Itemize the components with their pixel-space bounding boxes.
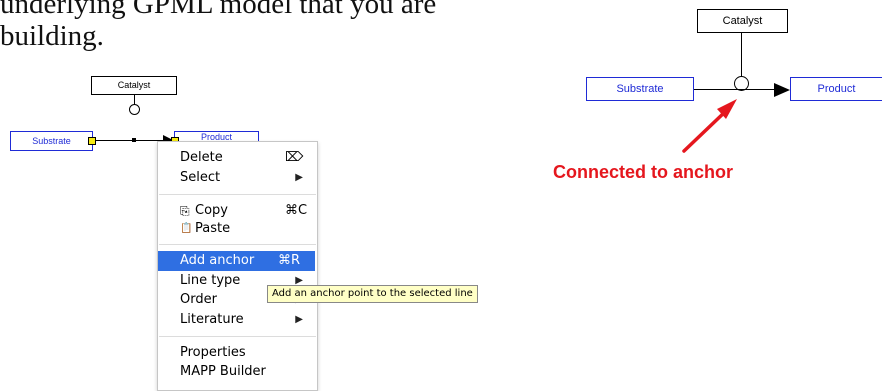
line-midpoint-marker — [132, 138, 136, 142]
menu-item-literature[interactable]: Literature ▶ — [158, 310, 315, 330]
menu-separator — [159, 244, 316, 245]
catalyst-node[interactable]: Catalyst — [91, 76, 177, 95]
catalysis-arrowhead-circle — [129, 104, 140, 115]
menu-item-label: Literature — [180, 312, 244, 327]
document-text-line: underlying GPML model that you are — [0, 0, 437, 20]
paste-icon: 📋 — [180, 223, 193, 234]
menu-shortcut: ⌘R — [278, 253, 301, 268]
context-menu: Delete ⌦ Select ▶ ⎘ Copy ⌘C 📋 Paste Add … — [157, 141, 318, 391]
menu-item-label: Line type — [180, 273, 241, 288]
delete-key-icon: ⌦ — [285, 150, 304, 165]
document-text-line: building. — [0, 20, 104, 52]
menu-separator — [159, 194, 316, 195]
product-node[interactable]: Product — [790, 77, 882, 101]
interaction-line[interactable] — [694, 89, 774, 90]
copy-icon: ⎘ — [180, 204, 190, 218]
menu-item-paste[interactable]: 📋 Paste — [158, 219, 315, 239]
menu-shortcut: ⌘C — [285, 203, 308, 218]
menu-item-label: Add anchor — [180, 253, 255, 268]
substrate-node[interactable]: Substrate — [10, 131, 93, 151]
menu-item-add-anchor[interactable]: Add anchor ⌘R — [158, 251, 315, 271]
menu-item-properties[interactable]: Properties — [158, 343, 315, 363]
interaction-line[interactable] — [93, 140, 163, 141]
menu-item-delete[interactable]: Delete ⌦ — [158, 148, 315, 168]
menu-item-label: Select — [180, 170, 221, 185]
catalyst-connector — [741, 33, 742, 77]
interaction-arrowhead — [774, 83, 790, 97]
tooltip: Add an anchor point to the selected line — [267, 285, 478, 303]
substrate-node[interactable]: Substrate — [586, 77, 694, 101]
annotation-arrow — [682, 99, 737, 153]
menu-item-label: Order — [180, 292, 217, 307]
catalyst-node[interactable]: Catalyst — [697, 9, 788, 33]
menu-separator — [159, 336, 316, 337]
submenu-arrow-icon: ▶ — [295, 172, 303, 183]
menu-item-label: Delete — [180, 150, 223, 165]
menu-item-copy[interactable]: ⎘ Copy ⌘C — [158, 201, 315, 221]
menu-item-label: Properties — [180, 345, 246, 360]
annotation-label: Connected to anchor — [553, 162, 734, 182]
submenu-arrow-icon: ▶ — [295, 314, 303, 325]
menu-item-select[interactable]: Select ▶ — [158, 168, 315, 188]
menu-item-label: Copy — [195, 203, 228, 218]
line-start-handle[interactable] — [88, 137, 96, 145]
menu-item-label: MAPP Builder — [180, 364, 266, 379]
menu-item-label: Paste — [195, 221, 231, 236]
menu-item-mapp-builder[interactable]: MAPP Builder — [158, 362, 315, 382]
